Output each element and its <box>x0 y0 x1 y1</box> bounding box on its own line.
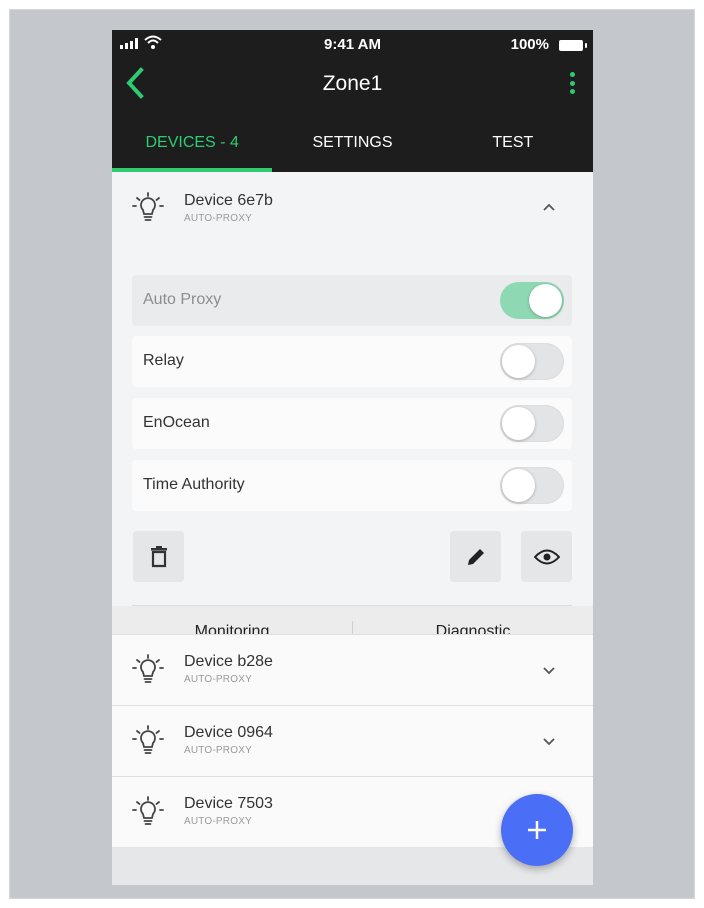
plus-icon <box>528 821 546 839</box>
device-header[interactable]: Device 6e7b AUTO-PROXY <box>112 172 593 242</box>
option-enocean: EnOcean <box>132 398 572 449</box>
enocean-toggle[interactable] <box>500 405 564 442</box>
device-row[interactable]: Device b28e AUTO-PROXY <box>112 634 593 705</box>
pencil-icon <box>467 548 484 565</box>
time-authority-toggle[interactable] <box>500 467 564 504</box>
phone-screen: 9:41 AM 100% Zone1 DEVICES - 4 SETTINGS … <box>112 30 593 885</box>
option-auto-proxy: Auto Proxy <box>132 275 572 326</box>
bulb-icon <box>132 654 164 683</box>
option-label: Auto Proxy <box>143 291 222 308</box>
tab-test[interactable]: TEST <box>433 128 593 172</box>
chevron-down-icon[interactable] <box>542 736 556 746</box>
bulb-icon <box>132 725 164 754</box>
battery-percent: 100% <box>510 36 549 53</box>
eye-icon <box>533 549 560 564</box>
battery-icon <box>559 40 587 51</box>
expanded-device-panel: Device 6e7b AUTO-PROXY Auto Proxy Relay … <box>112 172 593 657</box>
chevron-down-icon[interactable] <box>542 665 556 675</box>
relay-toggle[interactable] <box>500 343 564 380</box>
more-vert-icon[interactable] <box>569 72 575 94</box>
tab-bar: DEVICES - 4 SETTINGS TEST <box>112 128 593 172</box>
bulb-icon <box>132 192 164 221</box>
bulb-icon <box>132 796 164 825</box>
chevron-up-icon[interactable] <box>542 202 556 212</box>
option-relay: Relay <box>132 336 572 387</box>
device-subtitle: AUTO-PROXY <box>184 674 252 685</box>
tab-settings[interactable]: SETTINGS <box>272 128 432 172</box>
option-time-authority: Time Authority <box>132 460 572 511</box>
edit-button[interactable] <box>450 531 501 582</box>
page-title: Zone1 <box>322 72 383 95</box>
device-row[interactable]: Device 0964 AUTO-PROXY <box>112 705 593 776</box>
app-header: 9:41 AM 100% Zone1 DEVICES - 4 SETTINGS … <box>112 30 593 172</box>
device-name: Device 7503 <box>184 795 273 812</box>
trash-icon <box>150 545 167 567</box>
option-label: Time Authority <box>143 476 245 493</box>
tab-devices[interactable]: DEVICES - 4 <box>112 128 273 172</box>
device-name: Device b28e <box>184 653 273 670</box>
status-bar: 9:41 AM 100% <box>112 30 593 60</box>
option-label: Relay <box>143 352 184 369</box>
auto-proxy-toggle <box>500 282 564 319</box>
add-device-button[interactable] <box>501 794 573 866</box>
device-subtitle: AUTO-PROXY <box>184 745 252 756</box>
option-label: EnOcean <box>143 414 210 431</box>
device-name: Device 0964 <box>184 724 273 741</box>
view-button[interactable] <box>521 531 572 582</box>
device-name: Device 6e7b <box>184 192 273 209</box>
device-subtitle: AUTO-PROXY <box>184 816 252 827</box>
device-subtitle: AUTO-PROXY <box>184 213 252 224</box>
delete-button[interactable] <box>133 531 184 582</box>
